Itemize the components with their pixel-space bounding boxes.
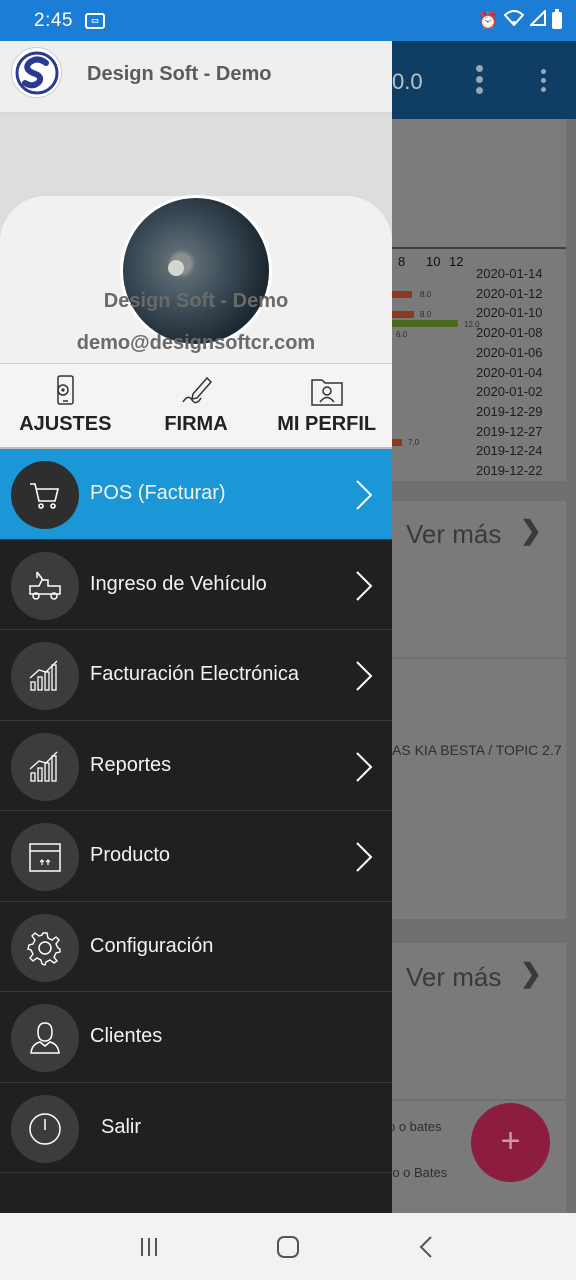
avatar[interactable] xyxy=(120,195,272,347)
status-bar: 2:45 ▭ ⏰ xyxy=(0,0,576,41)
appbar-value: 0.0 xyxy=(392,69,423,94)
chart-date-label: 2020-01-08 xyxy=(476,325,543,341)
back-icon[interactable] xyxy=(415,1235,439,1259)
menu-item-configuracion[interactable]: Configuración xyxy=(0,902,392,992)
menu-item-ingreso-vehiculo[interactable]: Ingreso de Vehículo xyxy=(0,540,392,630)
menu-item-clientes[interactable]: Clientes xyxy=(0,992,392,1083)
sim-icon: ▭ xyxy=(84,12,105,29)
gear-icon xyxy=(11,913,79,982)
ver-mas-link[interactable]: Ver más xyxy=(406,519,501,550)
chart-date-label: 2020-01-12 xyxy=(476,285,543,301)
ver-mas-link[interactable]: Ver más xyxy=(406,962,501,993)
menu-item-label: Clientes xyxy=(90,1025,163,1048)
ajustes-button[interactable]: AJUSTES xyxy=(0,364,131,447)
profile-folder-icon xyxy=(310,379,343,406)
bar-chart-icon xyxy=(11,732,79,801)
chart-date-label: 2019-12-29 xyxy=(476,403,543,419)
chart-date-label: 2020-01-10 xyxy=(476,305,543,321)
menu-item-label: POS (Facturar) xyxy=(90,482,226,505)
drawer-header: Design Soft - Demo xyxy=(0,41,392,113)
system-nav-bar xyxy=(0,1213,576,1280)
menu-item-salir[interactable]: Salir xyxy=(0,1083,392,1173)
bar-chart-icon xyxy=(11,642,79,710)
chevron-right-icon: ❯ xyxy=(520,958,542,988)
profile-name: Design Soft - Demo xyxy=(103,290,289,312)
wifi-icon xyxy=(503,10,525,31)
screen: 2:45 ▭ ⏰ 0.0 8 10 12 2020-01-14 2020-01-1… xyxy=(0,0,576,1280)
add-fab-button[interactable]: + xyxy=(471,1103,550,1182)
box-icon xyxy=(11,823,79,891)
profile-email: demo@designsoftcr.com xyxy=(76,332,316,354)
signal-icon xyxy=(528,8,546,31)
mi-perfil-label: MI PERFIL xyxy=(277,413,377,435)
chevron-right-icon xyxy=(356,842,373,872)
menu-item-label: Salir xyxy=(101,1115,142,1138)
bottom-text: ro o Bates xyxy=(388,1165,448,1180)
kebab-menu-icon[interactable] xyxy=(476,61,484,98)
chart-tick: 12 xyxy=(449,254,464,269)
chart-date-label: 2020-01-04 xyxy=(476,364,543,380)
menu-item-facturacion-electronica[interactable]: Facturación Electrónica xyxy=(0,630,392,721)
chart-bar-label: 12.0 xyxy=(464,320,480,329)
chart-date-label: 2020-01-06 xyxy=(476,344,543,360)
background-card-vehicle xyxy=(392,659,566,919)
header-title: Design Soft - Demo xyxy=(87,63,272,85)
firma-button[interactable]: FIRMA xyxy=(131,364,262,447)
menu-item-label: Ingreso de Vehículo xyxy=(90,572,267,595)
chevron-right-icon xyxy=(356,480,373,510)
navigation-drawer: Design Soft - Demo Design Soft - Demo de… xyxy=(0,41,392,1213)
menu-item-pos[interactable]: POS (Facturar) xyxy=(0,449,392,540)
chart-bar-label: 8.0 xyxy=(420,290,432,299)
phone-settings-icon xyxy=(57,375,75,405)
status-time: 2:45 xyxy=(34,9,73,31)
menu-item-label: Producto xyxy=(90,844,171,867)
chevron-right-icon xyxy=(356,570,373,601)
chart-date-label: 2020-01-02 xyxy=(476,384,543,400)
mi-perfil-button[interactable]: MI PERFIL xyxy=(261,364,392,447)
menu-item-label: Facturación Electrónica xyxy=(90,663,299,686)
chart-date-label: 2019-12-27 xyxy=(476,423,543,439)
firma-label: FIRMA xyxy=(164,413,228,435)
chart-tick: 10 xyxy=(426,254,441,269)
tow-truck-icon xyxy=(11,551,79,620)
ajustes-label: AJUSTES xyxy=(19,413,112,435)
chevron-right-icon xyxy=(356,751,373,782)
chart-bar xyxy=(392,311,414,318)
power-icon xyxy=(11,1094,79,1163)
background-card-top xyxy=(392,119,566,249)
company-logo xyxy=(11,47,62,98)
chart-date-label: 2019-12-24 xyxy=(476,443,543,459)
chevron-right-icon: ❯ xyxy=(520,515,542,545)
cart-icon xyxy=(11,461,79,529)
chart-bar xyxy=(392,439,402,446)
home-icon[interactable] xyxy=(276,1235,300,1259)
chart-bar xyxy=(392,320,458,327)
recent-apps-icon[interactable] xyxy=(137,1235,161,1259)
vehicle-text: AS KIA BESTA / TOPIC 2.7 xyxy=(392,742,562,758)
chart-bar xyxy=(392,291,412,298)
alarm-icon: ⏰ xyxy=(478,12,498,30)
chart-bar-label: 8.0 xyxy=(420,310,432,319)
drawer-menu: POS (Facturar) Ingreso de Vehículo Factu… xyxy=(0,449,392,1173)
profile-actions: AJUSTES FIRMA MI PERFIL xyxy=(0,363,392,449)
menu-item-label: Configuración xyxy=(90,934,214,957)
chart-tick: 8 xyxy=(398,254,406,269)
status-icons: ⏰ xyxy=(478,8,562,31)
battery-icon xyxy=(552,9,562,29)
menu-item-reportes[interactable]: Reportes xyxy=(0,721,392,811)
chart-bar-label: 6.0 xyxy=(396,330,408,339)
bottom-text: o o bates xyxy=(388,1119,442,1134)
chart-bar-label: 7.0 xyxy=(408,438,420,447)
signature-pen-icon xyxy=(182,376,213,404)
chart-date-label: 2019-12-22 xyxy=(476,463,543,478)
user-icon xyxy=(11,1004,79,1072)
menu-item-label: Reportes xyxy=(90,753,172,776)
chart-date-label: 2020-01-14 xyxy=(476,266,543,281)
profile-section: Design Soft - Demo demo@designsoftcr.com xyxy=(0,113,392,396)
overflow-menu-icon[interactable] xyxy=(541,65,549,96)
chevron-right-icon xyxy=(356,661,373,691)
menu-item-producto[interactable]: Producto xyxy=(0,811,392,902)
